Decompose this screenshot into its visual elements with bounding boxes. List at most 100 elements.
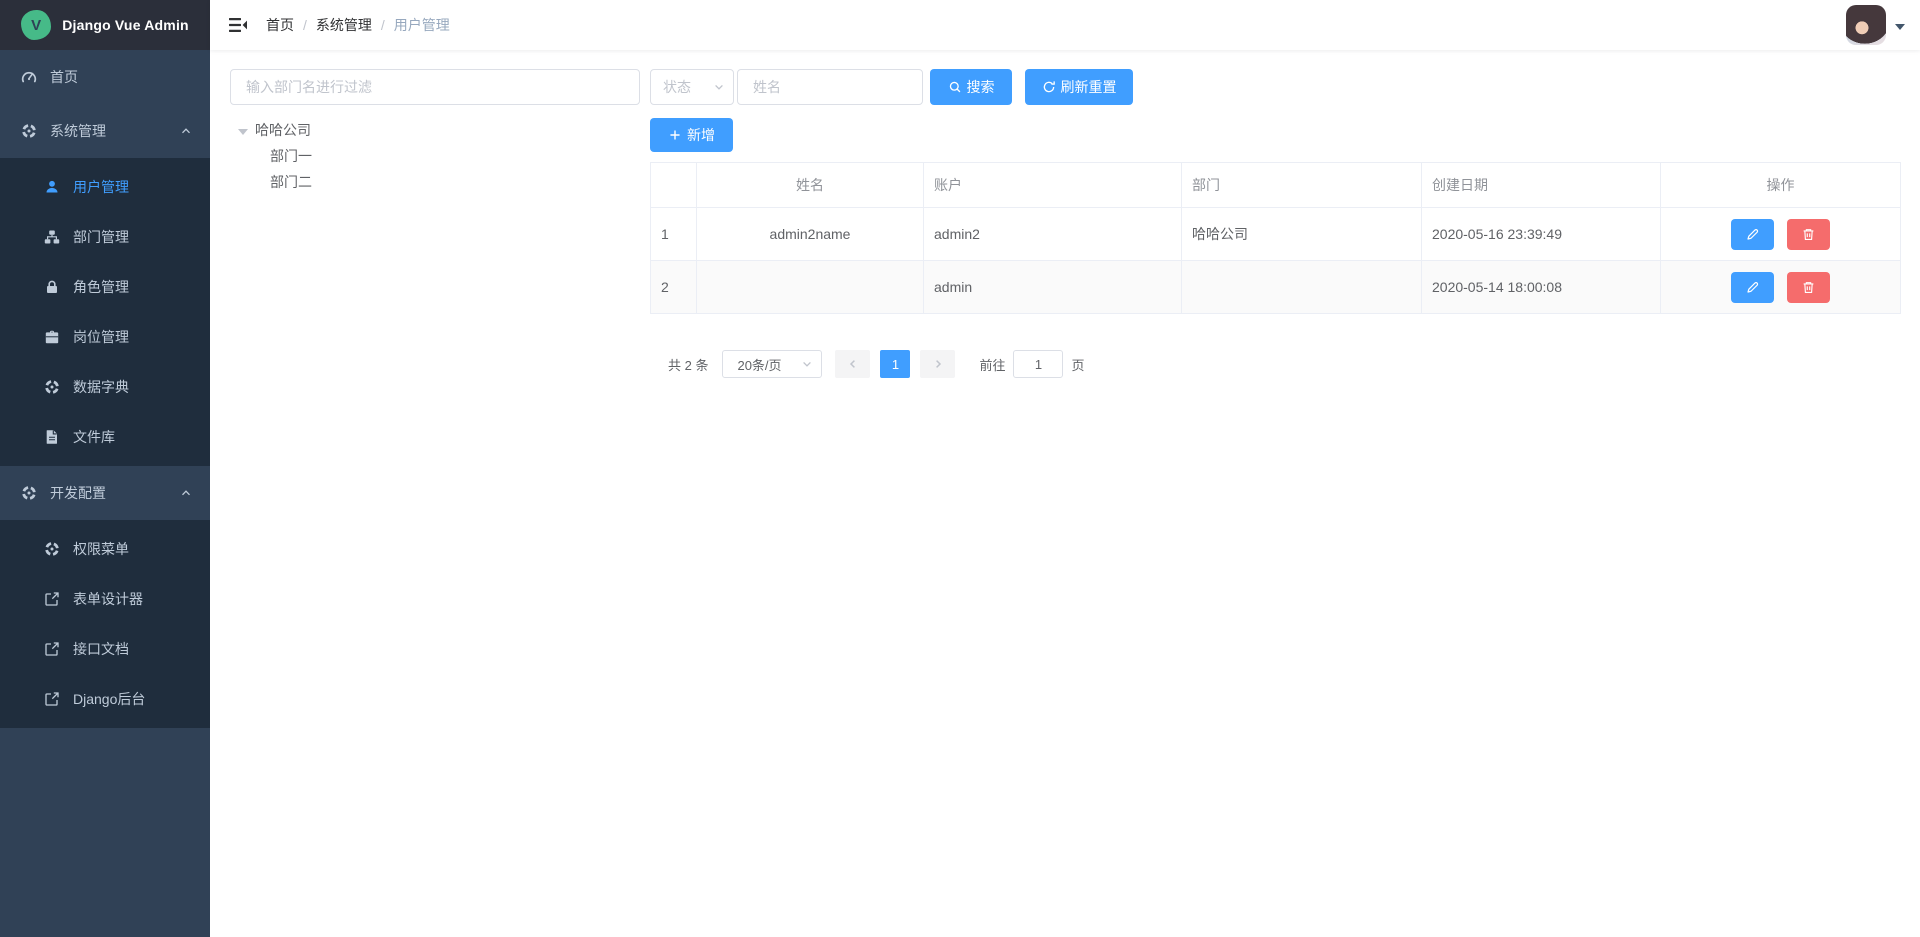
avatar[interactable] [1846,5,1886,45]
chevron-up-icon [180,487,192,499]
pagination: 共 2 条 20条/页 1 前往 页 [650,350,1900,378]
prev-page-button[interactable] [835,350,870,378]
search-icon [948,80,962,94]
cell-account: admin [924,261,1182,314]
cell-created: 2020-05-14 18:00:08 [1422,261,1661,314]
name-input[interactable] [737,69,923,105]
sidebar-item-positions[interactable]: 岗位管理 [0,312,210,362]
status-select[interactable]: 状态 [650,69,734,105]
cell-index: 2 [651,261,697,314]
col-created: 创建日期 [1422,163,1661,208]
tree-node-child[interactable]: 部门一 [230,143,640,169]
sidebar-group-devconfig[interactable]: 开发配置 [0,466,210,520]
search-button[interactable]: 搜索 [930,69,1012,105]
cell-dept [1182,261,1422,314]
dept-tree-panel: 哈哈公司 部门一 部门二 [230,69,640,937]
sidebar-item-form-designer[interactable]: 表单设计器 [0,574,210,624]
users-table: 姓名 账户 部门 创建日期 操作 1 admin2name ad [650,162,1901,314]
goto-label: 前往 [979,355,1005,374]
sidebar-item-departments[interactable]: 部门管理 [0,212,210,262]
org-tree-icon [44,229,60,245]
pencil-icon [1745,280,1760,295]
sidebar-item-files[interactable]: 文件库 [0,412,210,462]
sidebar-item-label: 岗位管理 [73,327,129,347]
chevron-up-icon [180,125,192,137]
breadcrumb-system[interactable]: 系统管理 [316,15,372,35]
edit-button[interactable] [1731,219,1774,250]
main-area: 首页 / 系统管理 / 用户管理 哈哈公司 [210,0,1920,937]
add-button[interactable]: 新增 [650,118,733,152]
sidebar-item-api-docs[interactable]: 接口文档 [0,624,210,674]
chevron-down-icon [713,81,725,93]
tree-node-label: 部门二 [270,172,312,192]
dept-filter-input[interactable] [230,69,640,105]
page-size-label: 20条/页 [737,355,781,374]
sidebar-item-home[interactable]: 首页 [0,50,210,104]
search-toolbar: 状态 搜索 刷新重置 [650,69,1900,105]
breadcrumb-home[interactable]: 首页 [266,15,294,35]
col-account: 账户 [924,163,1182,208]
logo-icon: V [21,10,51,40]
sidebar-item-label: 权限菜单 [73,539,129,559]
sidebar-group-label: 开发配置 [50,483,106,503]
col-name: 姓名 [697,163,924,208]
logo[interactable]: V Django Vue Admin [0,0,210,50]
caret-down-icon [1895,24,1905,30]
lock-icon [44,279,60,295]
sidebar-item-users[interactable]: 用户管理 [0,162,210,212]
dept-tree: 哈哈公司 部门一 部门二 [230,117,640,195]
tree-node-label: 哈哈公司 [255,120,311,140]
sidebar-group-system[interactable]: 系统管理 [0,104,210,158]
status-select-placeholder: 状态 [663,77,691,97]
col-index [651,163,697,208]
sidebar-item-django-admin[interactable]: Django后台 [0,674,210,724]
breadcrumb-current: 用户管理 [394,15,450,35]
add-button-label: 新增 [687,125,715,145]
sidebar-submenu-system: 用户管理 部门管理 角色管理 [0,158,210,466]
sidebar: V Django Vue Admin 首页 系统管理 [0,0,210,937]
page-size-select[interactable]: 20条/页 [722,350,822,378]
chevron-down-icon [801,358,813,370]
total-count: 共 2 条 [668,355,708,374]
table-wrap: 姓名 账户 部门 创建日期 操作 1 admin2name ad [650,162,1900,314]
cell-created: 2020-05-16 23:39:49 [1422,208,1661,261]
hamburger-fold-icon[interactable] [228,15,248,35]
sidebar-item-roles[interactable]: 角色管理 [0,262,210,312]
tree-node-label: 部门一 [270,146,312,166]
chevron-right-icon [932,358,944,370]
next-page-button[interactable] [920,350,955,378]
breadcrumb: 首页 / 系统管理 / 用户管理 [266,15,450,35]
tree-node-child[interactable]: 部门二 [230,169,640,195]
dashboard-icon [21,69,37,85]
user-icon [44,179,60,195]
navbar-right [1846,5,1905,45]
component-icon [21,123,37,139]
edit-button[interactable] [1731,272,1774,303]
sidebar-item-permissions[interactable]: 权限菜单 [0,524,210,574]
sidebar-item-label: 首页 [50,67,78,87]
breadcrumb-separator: / [303,17,307,33]
sidebar-item-label: 角色管理 [73,277,129,297]
table-header-row: 姓名 账户 部门 创建日期 操作 [651,163,1901,208]
external-link-icon [44,641,60,657]
cell-actions [1661,208,1901,261]
app-root: V Django Vue Admin 首页 系统管理 [0,0,1920,937]
sidebar-item-dictionary[interactable]: 数据字典 [0,362,210,412]
external-link-icon [44,591,60,607]
sidebar-menu: 首页 系统管理 用户管理 [0,50,210,937]
sidebar-group-label: 系统管理 [50,121,106,141]
table-row: 1 admin2name admin2 哈哈公司 2020-05-16 23:3… [651,208,1901,261]
delete-button[interactable] [1787,272,1830,303]
reset-button-label: 刷新重置 [1061,77,1117,97]
page-number-button[interactable]: 1 [880,350,910,378]
sidebar-item-label: 接口文档 [73,639,129,659]
cell-dept: 哈哈公司 [1182,208,1422,261]
page-content: 哈哈公司 部门一 部门二 状态 [210,50,1920,937]
reset-button[interactable]: 刷新重置 [1025,69,1133,105]
delete-button[interactable] [1787,219,1830,250]
sidebar-item-label: 部门管理 [73,227,129,247]
trash-icon [1801,227,1816,242]
goto-page-input[interactable] [1013,350,1063,378]
document-icon [44,429,60,445]
tree-node-root[interactable]: 哈哈公司 [230,117,640,143]
